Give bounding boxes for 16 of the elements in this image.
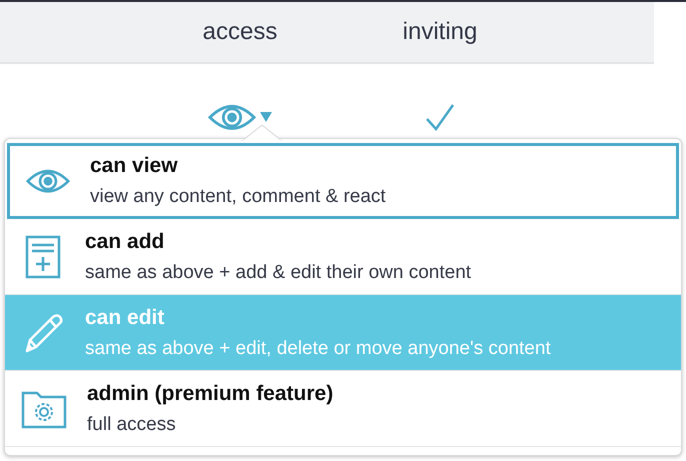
option-description: same as above + edit, delete or move anyone's content xyxy=(85,338,551,360)
option-title: can edit xyxy=(85,306,166,330)
option-title: can view xyxy=(90,154,179,178)
option-description: full access xyxy=(87,414,177,436)
menu-item[interactable]: admin (premium feature) full access xyxy=(5,371,681,447)
dropdown-caret-icon[interactable] xyxy=(260,112,272,122)
option-description: view any content, comment & react xyxy=(90,186,386,208)
eye-icon xyxy=(208,102,256,132)
option-title: admin (premium feature) xyxy=(87,382,334,406)
option-title: can add xyxy=(85,230,166,254)
column-header: inviting xyxy=(402,18,478,46)
eye-icon xyxy=(26,168,70,194)
column-header: access xyxy=(202,18,278,46)
menu-item[interactable]: can add same as above + add & edit their own content xyxy=(5,219,681,295)
menu-item[interactable]: can view view any content, comment & react xyxy=(7,143,679,219)
option-description: same as above + add & edit their own content xyxy=(85,262,472,284)
